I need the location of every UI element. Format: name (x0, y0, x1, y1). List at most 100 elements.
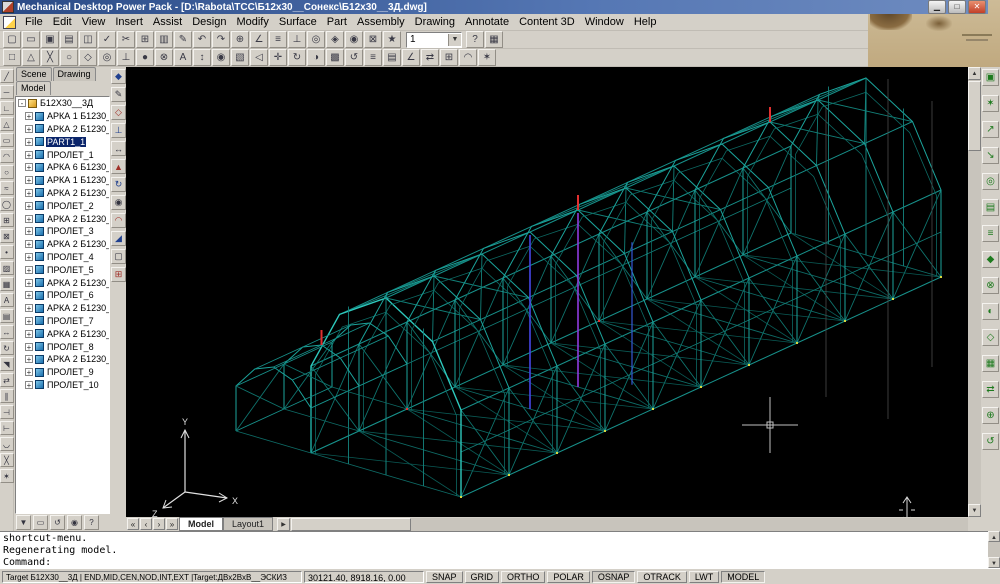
ellipse-icon[interactable]: ◯ (0, 197, 14, 211)
trail-icon[interactable]: ↘ (982, 147, 999, 164)
menu-item[interactable]: Help (629, 15, 662, 29)
tree-item[interactable]: + ПРОЛЕТ_4 (16, 251, 109, 264)
toolbars-icon[interactable]: ▦ (485, 31, 503, 48)
tweak-icon[interactable]: ↗ (982, 121, 999, 138)
array-icon[interactable]: ⊞ (440, 49, 458, 66)
regen-icon[interactable]: ↺ (345, 49, 363, 66)
print-preview-icon[interactable]: ◫ (79, 31, 97, 48)
vertical-scroll-thumb[interactable] (968, 81, 981, 151)
wireframe-canvas[interactable]: YXZ (126, 67, 968, 517)
menu-item[interactable]: Part (322, 15, 352, 29)
menu-item[interactable]: Content 3D (514, 15, 580, 29)
scale-icon[interactable]: ◥ (0, 357, 14, 371)
layers-icon[interactable]: ≡ (364, 49, 382, 66)
insert-block-icon[interactable]: ⊞ (0, 213, 14, 227)
browser-pin-icon[interactable]: ◉ (67, 515, 82, 530)
tree-item[interactable]: + АРКА 2 Б1230_3 (16, 212, 109, 225)
restore-button[interactable]: □ (948, 0, 966, 14)
make-block-icon[interactable]: ⊠ (0, 229, 14, 243)
menu-item[interactable]: Assist (148, 15, 187, 29)
tree-item[interactable]: + АРКА 2 Б1230_8 (16, 327, 109, 340)
expand-icon[interactable]: + (25, 125, 33, 133)
scroll-down-icon[interactable]: ▼ (968, 504, 981, 517)
menu-item[interactable]: Insert (110, 15, 148, 29)
tree-item[interactable]: + АРКА 2 Б1230_1 (16, 123, 109, 136)
arc-icon[interactable]: ◠ (0, 149, 14, 163)
menu-item[interactable]: Edit (48, 15, 77, 29)
camera-icon[interactable]: ◉ (345, 31, 363, 48)
bom-icon[interactable]: ≡ (982, 225, 999, 242)
fillet-icon[interactable]: ◡ (0, 437, 14, 451)
spline-icon[interactable]: ≈ (0, 181, 14, 195)
menu-item[interactable]: Modify (231, 15, 273, 29)
expand-icon[interactable]: + (25, 291, 33, 299)
expand-icon[interactable]: + (25, 253, 33, 261)
tab-nav-icon[interactable]: » (166, 518, 178, 530)
new-icon[interactable]: ▢ (3, 31, 21, 48)
browser-filter-icon[interactable]: ▼ (16, 515, 31, 530)
tree-item[interactable]: + АРКА 1 Б1230_1 (16, 110, 109, 123)
region-icon[interactable]: ▦ (0, 277, 14, 291)
new-part-icon[interactable]: ◆ (111, 69, 126, 84)
scroll-up-icon[interactable]: ▲ (988, 531, 1000, 542)
expand-icon[interactable]: + (25, 304, 33, 312)
expand-icon[interactable]: + (25, 368, 33, 376)
tree-item[interactable]: + АРКА 2 Б1230_4 (16, 238, 109, 251)
snap-quadrant-icon[interactable]: ◇ (79, 49, 97, 66)
properties-icon[interactable]: ▤ (383, 49, 401, 66)
explode-icon[interactable]: ✶ (0, 469, 14, 483)
dimension-icon[interactable]: ↕ (193, 49, 211, 66)
tree-item[interactable]: + АРКА 2 Б1230_9 (16, 353, 109, 366)
tab-layout1[interactable]: Layout1 (223, 517, 273, 531)
undo-icon[interactable]: ↶ (193, 31, 211, 48)
copy-icon[interactable]: ⊞ (136, 31, 154, 48)
mass-properties-icon[interactable]: ◆ (982, 251, 999, 268)
tab-nav-icon[interactable]: « (127, 518, 139, 530)
close-button[interactable]: ✕ (968, 0, 986, 14)
tree-item[interactable]: + АРКА 2 Б1230_7 (16, 302, 109, 315)
snap-midpoint-icon[interactable]: △ (22, 49, 40, 66)
cut-icon[interactable]: ✂ (117, 31, 135, 48)
save-icon[interactable]: ▣ (41, 31, 59, 48)
expand-icon[interactable]: + (25, 343, 33, 351)
tab-model[interactable]: Model (16, 81, 51, 95)
expand-icon[interactable]: + (25, 151, 33, 159)
fillet-3d-icon[interactable]: ◠ (111, 213, 126, 228)
tree-root[interactable]: - Б12Х30__3Д (16, 97, 109, 110)
expand-icon[interactable]: + (25, 266, 33, 274)
trim-icon[interactable]: ⊣ (0, 405, 14, 419)
menu-item[interactable]: Design (187, 15, 231, 29)
fillet-icon[interactable]: ◠ (459, 49, 477, 66)
menu-item[interactable]: Drawing (410, 15, 460, 29)
tree-item[interactable]: + ПРОЛЕТ_3 (16, 225, 109, 238)
ortho-toggle[interactable]: ORTHO (501, 571, 545, 583)
tree-item[interactable]: + ПРОЛЕТ_2 (16, 199, 109, 212)
menu-item[interactable]: Window (580, 15, 629, 29)
expand-icon[interactable]: + (25, 227, 33, 235)
snap-toggle[interactable]: SNAP (426, 571, 463, 583)
scale-combo[interactable]: 1 ▼ (406, 32, 462, 48)
mtext-icon[interactable]: A (0, 293, 14, 307)
power-snap-icon[interactable]: ⊠ (364, 31, 382, 48)
horizontal-scroll-thumb[interactable] (291, 518, 411, 531)
explode-icon[interactable]: ✶ (478, 49, 496, 66)
shell-icon[interactable]: ▢ (111, 249, 126, 264)
expand-icon[interactable]: + (25, 189, 33, 197)
extrude-icon[interactable]: ▲ (111, 159, 126, 174)
menu-item[interactable]: Assembly (352, 15, 410, 29)
browser-help-icon[interactable]: ? (84, 515, 99, 530)
tab-scene[interactable]: Scene (16, 67, 52, 81)
catalog-icon[interactable]: ▦ (982, 355, 999, 372)
tree-item[interactable]: + PART1_1 (16, 135, 109, 148)
expand-icon[interactable]: + (25, 330, 33, 338)
parts-list-icon[interactable]: ▤ (982, 199, 999, 216)
menu-item[interactable]: File (20, 15, 48, 29)
chamfer-icon[interactable]: ◢ (111, 231, 126, 246)
document-icon[interactable] (3, 16, 16, 29)
interference-icon[interactable]: ⊗ (982, 277, 999, 294)
command-scrollbar[interactable]: ▲ ▼ (988, 531, 1000, 568)
collapse-icon[interactable]: - (18, 99, 26, 107)
snap-none-icon[interactable]: ⊗ (155, 49, 173, 66)
browser-folder-icon[interactable]: ▭ (33, 515, 48, 530)
zoom-previous-icon[interactable]: ◁ (250, 49, 268, 66)
